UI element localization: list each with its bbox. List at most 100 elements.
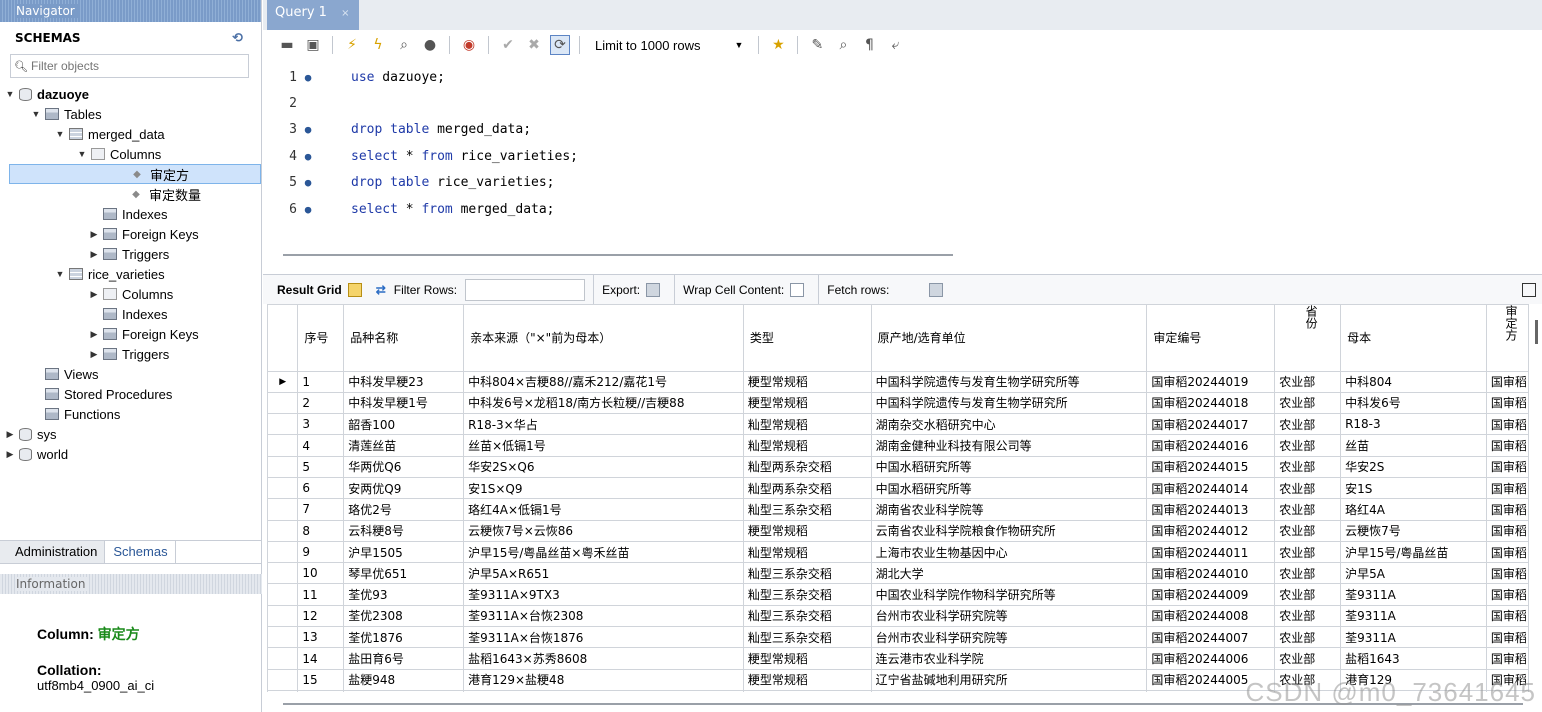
open-folder-icon[interactable]: ▬: [277, 35, 297, 55]
table-cell[interactable]: 粳型常规稻: [743, 669, 872, 691]
table-cell[interactable]: 籼型两系杂交稻: [743, 456, 872, 478]
expand-arrow-icon[interactable]: ▶: [88, 289, 100, 300]
collapse-arrow-icon[interactable]: ▼: [54, 129, 66, 139]
table-cell[interactable]: 深两优红3: [343, 690, 465, 692]
wrap-cell-icon[interactable]: [790, 282, 805, 297]
table-cell[interactable]: 12: [297, 605, 345, 628]
invisible-chars-icon[interactable]: ¶: [859, 35, 879, 55]
table-cell[interactable]: 国审稻: [1486, 583, 1529, 606]
commit-icon[interactable]: ✔: [498, 35, 518, 55]
table-cell[interactable]: 深08S×广红3号: [463, 690, 744, 692]
table-cell[interactable]: 琴早优651: [343, 562, 465, 585]
table-cell[interactable]: 安1S: [1340, 477, 1487, 500]
table-cell[interactable]: 荃优1876: [343, 626, 465, 649]
table-cell[interactable]: 沪早15号/粤晶丝苗×粤禾丝苗: [463, 541, 744, 564]
table-cell[interactable]: 国审稻: [1486, 626, 1529, 649]
sql-editor[interactable]: 1 ● use dazuoye; 2 3 ● drop table merged_data;…: [273, 64, 973, 222]
table-cell[interactable]: 上海市农业生物基因中心: [871, 541, 1148, 564]
table-cell[interactable]: 盐田育6号: [343, 647, 465, 670]
table-row[interactable]: 2 中科发早粳1号 中科发6号×龙稻18/南方长粒粳//吉粳88 粳型常规稻 中国科学院…: [268, 392, 1529, 415]
table-cell[interactable]: 农业部: [1274, 626, 1342, 649]
table-cell[interactable]: 港育129×盐粳48: [463, 669, 744, 691]
tab-schemas[interactable]: Schemas: [104, 541, 176, 563]
column-header[interactable]: 序号: [297, 305, 345, 372]
panel-toggle-icon[interactable]: [1522, 282, 1536, 297]
expand-arrow-icon[interactable]: ▶: [88, 329, 100, 340]
table-cell[interactable]: 国审稻: [1486, 413, 1529, 436]
table-cell[interactable]: 荃9311A: [1340, 605, 1487, 628]
table-cell[interactable]: 7: [297, 498, 345, 521]
table-cell[interactable]: 沪早5A: [1340, 562, 1487, 585]
table-cell[interactable]: 国审稻20244018: [1146, 392, 1276, 415]
table-cell[interactable]: 国审稻20244016: [1146, 434, 1276, 457]
tab-administration[interactable]: Administration: [0, 541, 105, 563]
table-cell[interactable]: 台州市农业科学研究院等: [871, 605, 1148, 628]
table-row[interactable]: 10 琴早优651 沪早5A×R651 籼型三系杂交稻 湖北大学 国审稻20244010 农…: [268, 562, 1529, 585]
tree-node-foreign-keys[interactable]: ▶ Foreign Keys: [0, 224, 261, 244]
column-header[interactable]: 亲本来源（"×"前为母本）: [463, 305, 744, 372]
table-cell[interactable]: 荃9311A×台恢2308: [463, 605, 744, 628]
table-row[interactable]: 3 韶香100 R18-3×华占 籼型常规稻 湖南杂交水稻研究中心 国审稻20244017…: [268, 413, 1529, 436]
beautify-icon[interactable]: ✎: [807, 35, 827, 55]
collapse-arrow-icon[interactable]: ▼: [54, 269, 66, 279]
chevron-down-icon[interactable]: ▼: [735, 40, 744, 50]
table-cell[interactable]: 中科804: [1340, 371, 1487, 393]
table-cell[interactable]: 农业部: [1274, 413, 1342, 436]
table-cell[interactable]: 国审稻20244014: [1146, 477, 1276, 500]
table-cell[interactable]: 国审稻: [1486, 520, 1529, 542]
table-cell[interactable]: 粳型常规稻: [743, 371, 872, 393]
table-cell[interactable]: 国审稻20244013: [1146, 498, 1276, 521]
editor-line[interactable]: 2: [273, 90, 973, 116]
tree-node-indexes[interactable]: Indexes: [0, 204, 261, 224]
table-cell[interactable]: 农业部: [1274, 541, 1342, 564]
table-cell[interactable]: 湖南金健种业科技有限公司等: [871, 434, 1148, 457]
tree-node-column-shendingfang[interactable]: ◆ 审定方: [9, 164, 261, 184]
collapse-arrow-icon[interactable]: ▼: [76, 149, 88, 159]
table-cell[interactable]: 珞优2号: [343, 498, 465, 521]
editor-line[interactable]: 4 ● select * from rice_varieties;: [273, 143, 973, 169]
table-cell[interactable]: 国审稻20244011: [1146, 541, 1276, 564]
table-cell[interactable]: 国审稻: [1486, 562, 1529, 585]
table-row[interactable]: 14 盐田育6号 盐稻1643×苏秀8608 粳型常规稻 连云港市农业科学院 国审稻202…: [268, 647, 1529, 670]
column-header[interactable]: 省份: [1274, 305, 1342, 372]
column-header[interactable]: 品种名称: [343, 305, 465, 372]
table-cell[interactable]: 荃9311A×9TX3: [463, 583, 744, 606]
editor-line[interactable]: 5 ● drop table rice_varieties;: [273, 170, 973, 196]
table-cell[interactable]: 国审稻: [1486, 541, 1529, 564]
tree-node-views[interactable]: Views: [0, 364, 261, 384]
table-row[interactable]: 5 华两优Q6 华安2S×Q6 籼型两系杂交稻 中国水稻研究所等 国审稻20244015 农…: [268, 456, 1529, 478]
table-cell[interactable]: 荃9311A: [1340, 626, 1487, 649]
tree-node-columns-2[interactable]: ▶ Columns: [0, 284, 261, 304]
table-cell[interactable]: 国审稻20244012: [1146, 520, 1276, 542]
table-cell[interactable]: 荃优2308: [343, 605, 465, 628]
table-cell[interactable]: 农业部: [1274, 647, 1342, 670]
table-cell[interactable]: 中科发6号: [1340, 392, 1487, 415]
table-row[interactable]: 7 珞优2号 珞红4A×低镉1号 籼型三系杂交稻 湖南省农业科学院等 国审稻2024401…: [268, 498, 1529, 521]
table-cell[interactable]: 国审稻20244017: [1146, 413, 1276, 436]
table-cell[interactable]: 云科粳8号: [343, 520, 465, 542]
table-cell[interactable]: 中国农业科学院作物科学研究所等: [871, 583, 1148, 606]
table-cell[interactable]: 籼型三系杂交稻: [743, 562, 872, 585]
table-cell[interactable]: 国审稻: [1486, 647, 1529, 670]
filter-objects-box[interactable]: 🔍︎: [10, 54, 249, 78]
explain-icon[interactable]: ⌕: [394, 35, 414, 55]
table-cell[interactable]: 云南省农业科学院粮食作物研究所: [871, 520, 1148, 542]
table-cell[interactable]: 国审稻20244010: [1146, 562, 1276, 585]
editor-line[interactable]: 6 ● select * from merged_data;: [273, 196, 973, 222]
table-cell[interactable]: 辽宁省盐碱地利用研究所: [871, 669, 1148, 691]
table-cell[interactable]: 云粳恢7号×云恢86: [463, 520, 744, 542]
refresh-arrows-icon[interactable]: ⇄: [376, 283, 386, 297]
table-cell[interactable]: 国审稻: [1486, 477, 1529, 500]
table-cell[interactable]: 农业部: [1274, 562, 1342, 585]
expand-arrow-icon[interactable]: ▶: [4, 449, 16, 460]
execute-icon[interactable]: ⚡: [342, 35, 362, 55]
table-cell[interactable]: 籼型三系杂交稻: [743, 626, 872, 649]
collapse-arrow-icon[interactable]: ▼: [4, 89, 16, 99]
table-cell[interactable]: 国审稻20244019: [1146, 371, 1276, 393]
filter-objects-input[interactable]: [31, 59, 248, 73]
table-cell[interactable]: 中科发早粳1号: [343, 392, 465, 415]
column-header[interactable]: 审定编号: [1146, 305, 1276, 372]
table-cell[interactable]: 籼型常规稻: [743, 541, 872, 564]
editor-line[interactable]: 3 ● drop table merged_data;: [273, 117, 973, 143]
tree-node-sys[interactable]: ▶ sys: [0, 424, 261, 444]
